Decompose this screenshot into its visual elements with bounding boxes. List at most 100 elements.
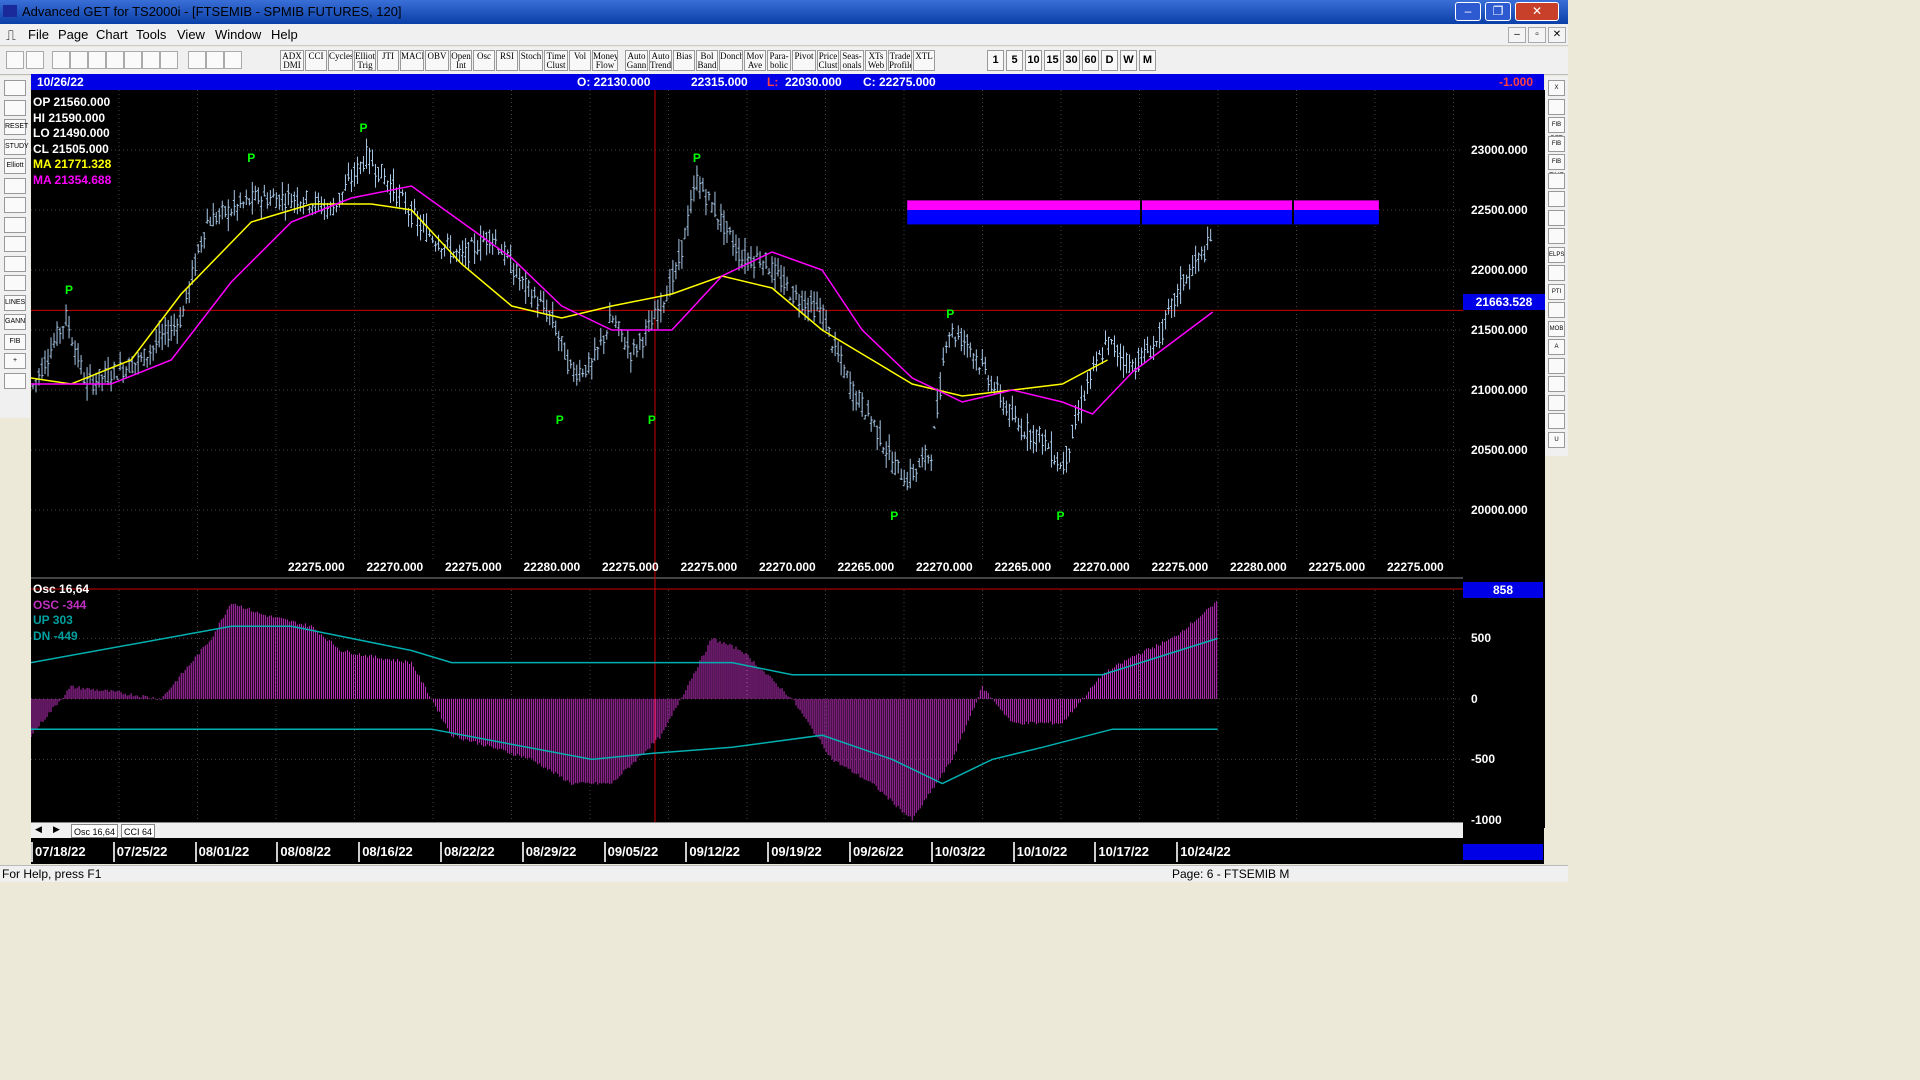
study-tool-button[interactable] xyxy=(1548,357,1565,374)
study-tool-button[interactable]: PTI xyxy=(1548,283,1565,300)
indicator-button[interactable]: Vol xyxy=(569,50,591,71)
menu-file[interactable]: File xyxy=(28,27,49,42)
menu-tools[interactable]: Tools xyxy=(136,27,166,42)
pointer-icon[interactable] xyxy=(6,51,24,69)
drawing-tool-button[interactable] xyxy=(4,236,26,252)
indicator-button[interactable]: ADX DMI xyxy=(280,50,304,71)
drawing-tool-button[interactable] xyxy=(4,99,26,116)
indicator-button[interactable]: Pivot xyxy=(792,50,816,71)
timeframe-button[interactable]: D xyxy=(1101,50,1118,71)
study-tool-button[interactable] xyxy=(1548,228,1565,244)
context-help-icon[interactable] xyxy=(224,51,242,69)
study-tool-button[interactable] xyxy=(1548,98,1565,115)
study-tool-button[interactable]: FIB TIME xyxy=(1548,154,1565,179)
indicator-button[interactable]: Price Clust xyxy=(817,50,839,71)
indicator-button[interactable]: Donch xyxy=(719,50,743,71)
indicator-button[interactable]: XTs Web xyxy=(865,50,887,71)
indicator-button[interactable]: Auto Trend xyxy=(649,50,672,71)
drawing-tool-button[interactable]: + xyxy=(4,353,26,369)
study-tool-button[interactable] xyxy=(1548,394,1565,411)
help-arrow-icon[interactable] xyxy=(26,51,44,69)
indicator-button[interactable]: MACD xyxy=(400,50,424,71)
indicator-button[interactable]: Elliott Trig xyxy=(354,50,376,71)
study-tool-button[interactable]: A xyxy=(1548,339,1565,355)
drawing-tool-button[interactable]: FIB xyxy=(4,333,26,350)
forward-icon[interactable] xyxy=(106,51,124,69)
timeframe-button[interactable]: 60 xyxy=(1082,50,1099,71)
study-tool-button[interactable] xyxy=(1548,302,1565,318)
print-icon[interactable] xyxy=(188,51,206,69)
study-tool-button[interactable]: MOB xyxy=(1548,320,1565,337)
tab-prev-icon[interactable]: ◀ xyxy=(35,824,42,835)
drawing-tool-button[interactable]: RESET xyxy=(4,119,28,135)
study-tool-button[interactable] xyxy=(1548,376,1565,392)
mdi-restore-button[interactable]: ▫ xyxy=(1528,27,1546,43)
indicator-button[interactable]: Osc xyxy=(473,50,495,71)
chart-icon[interactable] xyxy=(160,51,178,69)
study-tool-button[interactable] xyxy=(1548,413,1565,429)
indicator-button[interactable]: Stoch xyxy=(519,50,543,71)
indicator-button[interactable]: Auto Gann xyxy=(625,50,648,71)
timeframe-button[interactable]: 30 xyxy=(1063,50,1080,71)
menu-chart[interactable]: Chart xyxy=(96,27,128,42)
drawing-tool-button[interactable] xyxy=(4,275,26,291)
close-button[interactable]: ✕ xyxy=(1515,2,1559,21)
indicator-button[interactable]: OBV xyxy=(425,50,449,71)
back-icon[interactable] xyxy=(88,51,106,69)
indicator-button[interactable]: Bol Band xyxy=(696,50,718,71)
study-tool-button[interactable] xyxy=(1548,265,1565,281)
menu-view[interactable]: View xyxy=(177,27,205,42)
timeframe-button[interactable]: W xyxy=(1120,50,1137,71)
indicator-button[interactable]: Seas- onals xyxy=(840,50,864,71)
drawing-tool-button[interactable]: STUDY xyxy=(4,138,29,155)
drawing-tool-button[interactable] xyxy=(4,80,26,96)
study-tool-button[interactable]: FIB EXT xyxy=(1548,135,1565,161)
study-tool-button[interactable]: U xyxy=(1548,431,1565,448)
mdi-minimize-button[interactable]: – xyxy=(1508,27,1526,43)
drawing-tool-button[interactable] xyxy=(4,197,26,213)
page-icon[interactable] xyxy=(124,51,142,69)
timeframe-button[interactable]: 5 xyxy=(1006,50,1023,71)
menu-page[interactable]: Page xyxy=(58,27,88,42)
study-tool-button[interactable] xyxy=(1548,191,1565,207)
price-scale[interactable]: 23000.000 22500.000 22000.000 21500.000 2100… xyxy=(1463,90,1545,580)
indicator-button[interactable]: Para- bolic xyxy=(767,50,791,71)
indicator-button[interactable]: Cycles xyxy=(328,50,353,71)
osc-scale[interactable]: 500 0 -500 -1000 xyxy=(1463,580,1545,828)
indicator-button[interactable]: Money Flow xyxy=(592,50,618,71)
menu-window[interactable]: Window xyxy=(215,27,261,42)
indicator-button[interactable]: Trade Profile xyxy=(888,50,912,71)
indicator-button[interactable]: Bias xyxy=(673,50,695,71)
grid-icon[interactable] xyxy=(142,51,160,69)
tab-cci[interactable]: CCI 64 xyxy=(121,824,156,838)
chart-plot[interactable]: P P P P P P P P P xyxy=(31,90,1463,823)
indicator-button[interactable]: Open Int xyxy=(450,50,472,71)
indicator-button[interactable]: Time Clust xyxy=(544,50,568,71)
timeframe-button[interactable]: 10 xyxy=(1025,50,1042,71)
timeframe-button[interactable]: 15 xyxy=(1044,50,1061,71)
new-icon[interactable] xyxy=(52,51,70,69)
drawing-tool-button[interactable] xyxy=(4,177,26,194)
restore-button[interactable]: ❐ xyxy=(1485,2,1511,21)
minimize-button[interactable]: – xyxy=(1455,2,1481,21)
timeframe-button[interactable]: 1 xyxy=(987,50,1004,71)
indicator-button[interactable]: XTL xyxy=(913,50,935,71)
copy-icon[interactable] xyxy=(70,51,88,69)
drawing-tool-button[interactable] xyxy=(4,372,26,389)
study-tool-button[interactable] xyxy=(1548,209,1565,226)
study-tool-button[interactable]: FIB RET xyxy=(1548,117,1565,142)
indicator-button[interactable]: JTI xyxy=(377,50,399,71)
indicator-button[interactable]: CCI xyxy=(305,50,327,71)
drawing-tool-button[interactable] xyxy=(4,255,26,272)
bulb-icon[interactable] xyxy=(206,51,224,69)
drawing-tool-button[interactable] xyxy=(4,216,26,233)
drawing-tool-button[interactable]: LINES xyxy=(4,294,26,311)
mdi-close-button[interactable]: ✕ xyxy=(1548,27,1566,43)
indicator-button[interactable]: RSI xyxy=(496,50,518,71)
drawing-tool-button[interactable]: Elliott xyxy=(4,158,26,174)
drawing-tool-button[interactable]: GANN xyxy=(4,314,26,330)
tab-next-icon[interactable]: ▶ xyxy=(53,824,60,835)
menu-help[interactable]: Help xyxy=(271,27,298,42)
timeframe-button[interactable]: M xyxy=(1139,50,1156,71)
study-tool-button[interactable]: X xyxy=(1548,80,1565,96)
